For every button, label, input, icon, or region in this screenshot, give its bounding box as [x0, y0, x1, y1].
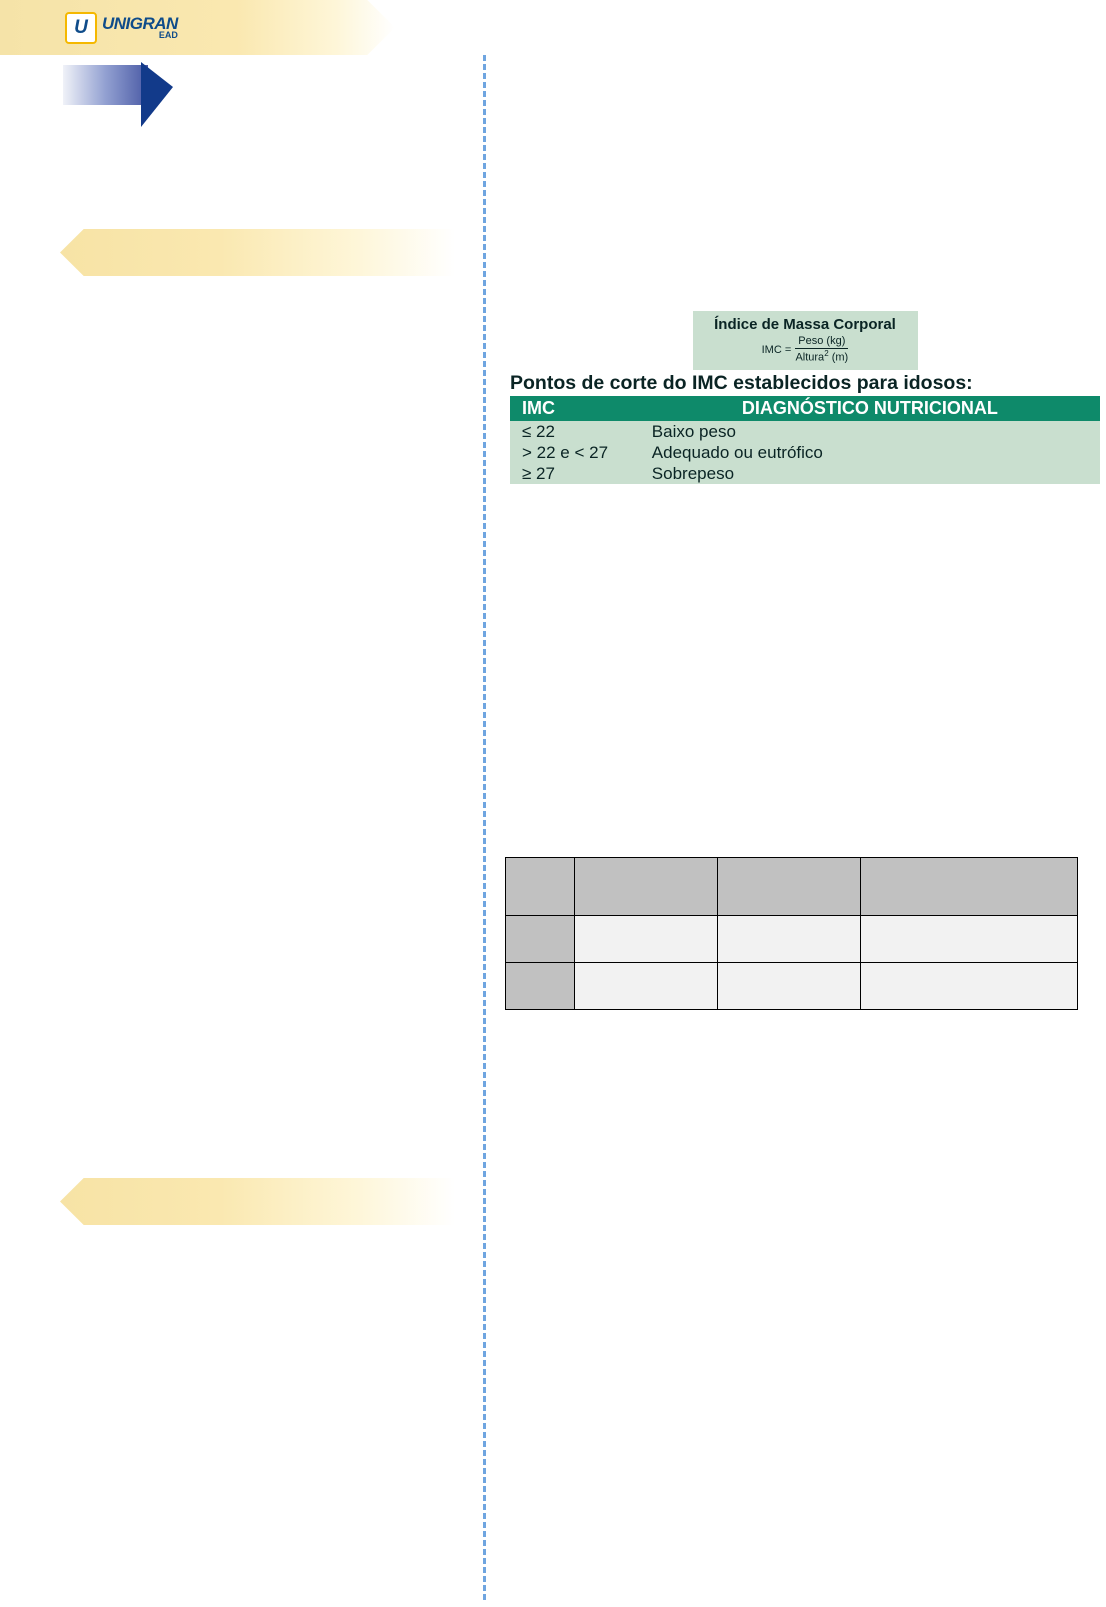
imc-cutoff-heading: Pontos de corte do IMC establecidos para… [510, 372, 1100, 395]
section-arrow-left-1 [60, 229, 455, 276]
imc-cell-diag: Adequado ou eutrófico [640, 442, 1100, 463]
imc-th-diag: DIAGNÓSTICO NUTRICIONAL [640, 396, 1100, 421]
grey-table [505, 857, 1078, 1010]
imc-cell-diag: Sobrepeso [640, 463, 1100, 484]
logo-badge: U [65, 12, 97, 44]
imc-row: ≤ 22 Baixo peso [510, 421, 1100, 442]
imc-cell-imc: ≥ 27 [510, 463, 640, 484]
table-cell [717, 916, 860, 963]
table-cell [860, 916, 1077, 963]
logo-brand: UNIGRAN [102, 16, 178, 31]
table-header-cell [574, 858, 717, 916]
logo-sub: EAD [102, 31, 178, 39]
imc-cell-imc: > 22 e < 27 [510, 442, 640, 463]
imc-title-box: Índice de Massa Corporal IMC = Peso (kg)… [693, 311, 918, 370]
table-cell [574, 963, 717, 1010]
table-cell [717, 963, 860, 1010]
imc-cell-diag: Baixo peso [640, 421, 1100, 442]
table-row [506, 916, 1078, 963]
table-header-cell [506, 858, 575, 916]
imc-title: Índice de Massa Corporal [697, 316, 914, 333]
table-cell [860, 963, 1077, 1010]
column-divider [483, 55, 486, 1600]
table-cell [574, 916, 717, 963]
section-arrow-left-2 [60, 1178, 455, 1225]
imc-formula-denominator: Altura2 (m) [795, 349, 848, 364]
top-banner: U UNIGRAN EAD [0, 0, 395, 55]
table-header-cell [717, 858, 860, 916]
imc-cell-imc: ≤ 22 [510, 421, 640, 442]
table-cell [506, 916, 575, 963]
table-header-cell [860, 858, 1077, 916]
table-cell [506, 963, 575, 1010]
table-row [506, 963, 1078, 1010]
imc-table: IMC DIAGNÓSTICO NUTRICIONAL ≤ 22 Baixo p… [510, 396, 1100, 485]
imc-formula-numerator: Peso (kg) [795, 336, 848, 349]
imc-formula: IMC = Peso (kg) Altura2 (m) [697, 336, 914, 364]
table-row [506, 858, 1078, 916]
imc-row: ≥ 27 Sobrepeso [510, 463, 1100, 484]
section-arrow-icon [63, 62, 173, 127]
imc-th-imc: IMC [510, 396, 640, 421]
imc-formula-lhs: IMC = [762, 344, 792, 356]
imc-block: Índice de Massa Corporal IMC = Peso (kg)… [510, 311, 1100, 484]
logo: U UNIGRAN EAD [65, 12, 178, 44]
imc-row: > 22 e < 27 Adequado ou eutrófico [510, 442, 1100, 463]
